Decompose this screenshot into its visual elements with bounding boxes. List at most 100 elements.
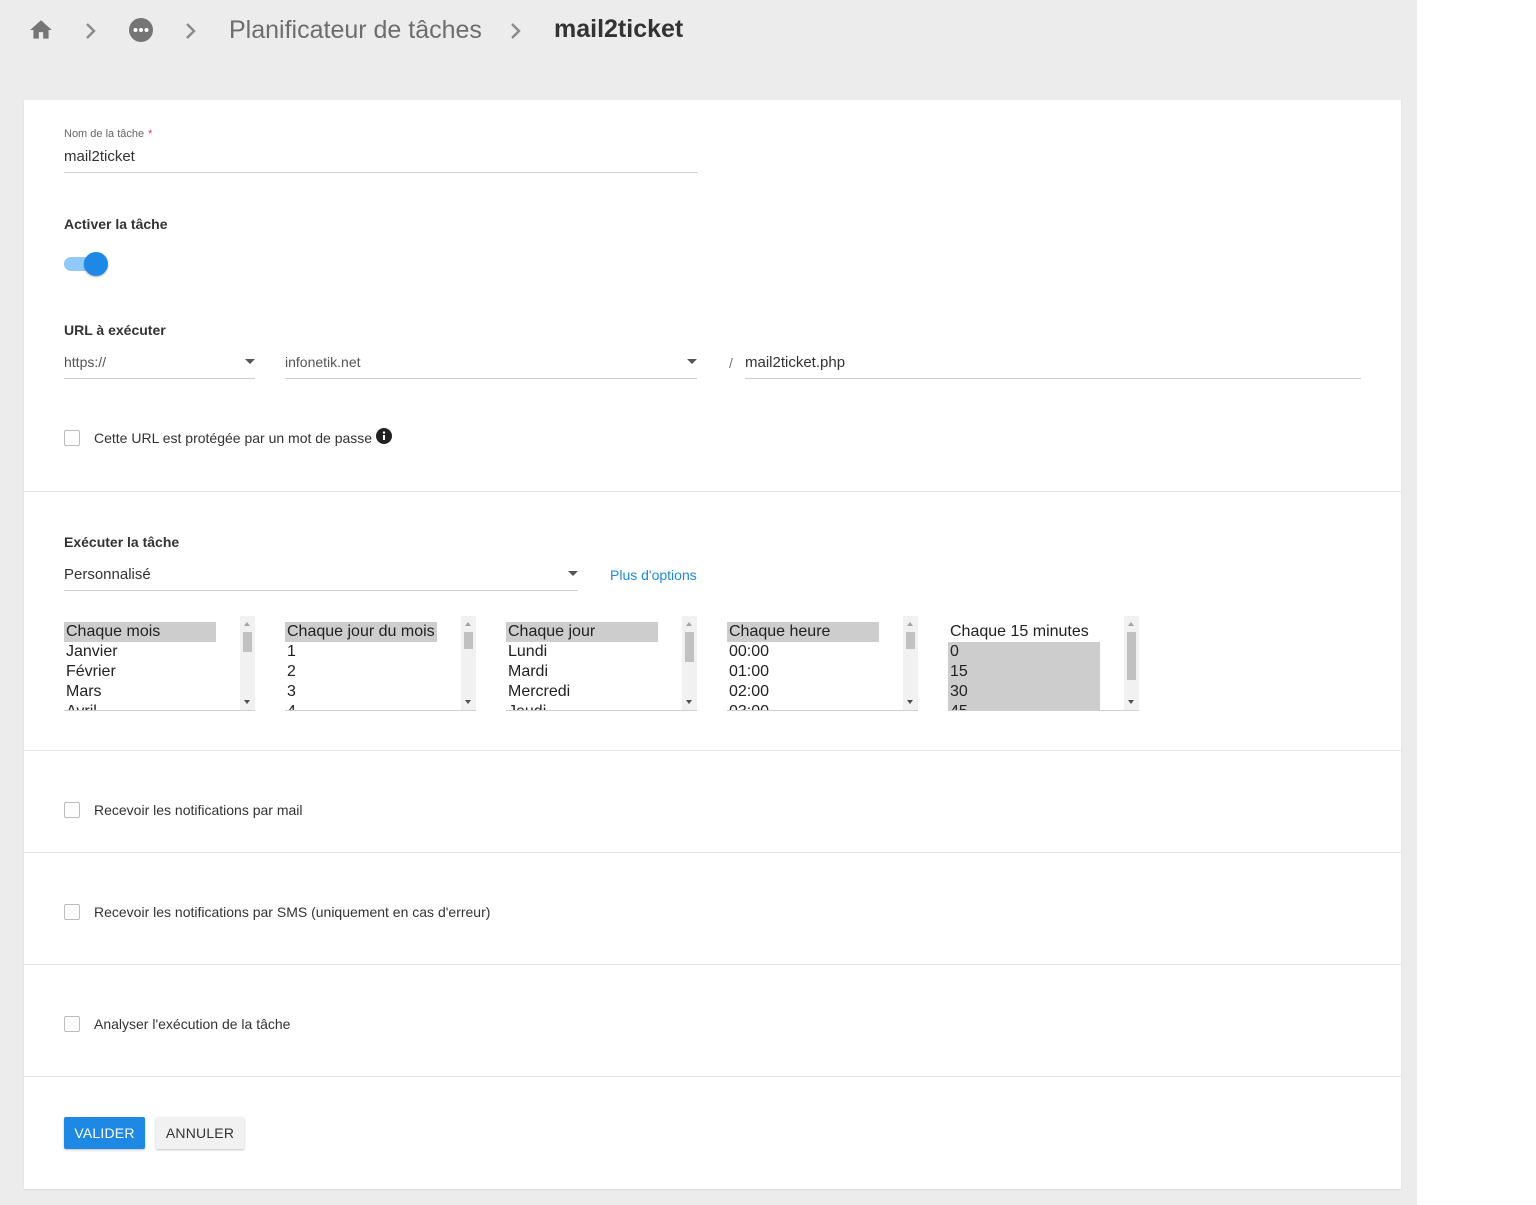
scrollbar-thumb[interactable] xyxy=(1127,632,1136,680)
frequency-select[interactable]: Personnalisé xyxy=(64,560,578,591)
listbox-option[interactable]: 15 xyxy=(948,662,1100,682)
chevron-right-icon xyxy=(184,18,198,44)
listbox-option[interactable]: 45 xyxy=(948,702,1100,710)
section-divider xyxy=(24,852,1401,853)
scrollbar[interactable] xyxy=(1124,616,1139,710)
breadcrumb-parent-link[interactable]: Planificateur de tâches xyxy=(229,16,482,45)
password-protected-checkbox[interactable] xyxy=(64,430,80,446)
listbox-option[interactable]: Mercredi xyxy=(506,682,658,702)
scrollbar-thumb[interactable] xyxy=(243,632,252,652)
listbox-option[interactable]: 1 xyxy=(285,642,437,662)
scrollbar-thumb[interactable] xyxy=(685,632,694,662)
listbox-option[interactable]: 02:00 xyxy=(727,682,879,702)
task-name-underline xyxy=(64,172,698,173)
scrollbar-thumb[interactable] xyxy=(906,632,915,649)
scroll-up-arrow-icon[interactable] xyxy=(686,622,692,626)
listbox-option[interactable]: Avril xyxy=(64,702,216,710)
section-divider xyxy=(24,750,1401,751)
listbox-option[interactable]: Lundi xyxy=(506,642,658,662)
listbox-option[interactable]: 03:00 xyxy=(727,702,879,710)
minutes-listbox[interactable]: Chaque 15 minutes0153045 xyxy=(948,616,1139,711)
scroll-down-arrow-icon[interactable] xyxy=(244,700,250,704)
weekdays-options: Chaque jourLundiMardiMercrediJeudi xyxy=(506,622,658,710)
section-divider xyxy=(24,491,1401,492)
weekdays-listbox[interactable]: Chaque jourLundiMardiMercrediJeudi xyxy=(506,616,697,711)
password-protected-label: Cette URL est protégée par un mot de pas… xyxy=(94,430,373,446)
listbox-option[interactable]: Chaque jour du mois xyxy=(285,622,437,642)
listbox-option[interactable]: Jeudi xyxy=(506,702,658,710)
password-protected-checkbox-row[interactable]: Cette URL est protégée par un mot de pas… xyxy=(64,428,393,446)
hours-options: Chaque heure00:0001:0002:0003:00 xyxy=(727,622,879,710)
listbox-option[interactable]: Chaque jour xyxy=(506,622,658,642)
notify-mail-checkbox-row[interactable]: Recevoir les notifications par mail xyxy=(64,802,303,818)
scrollbar[interactable] xyxy=(682,616,697,710)
execute-label: Exécuter la tâche xyxy=(64,534,180,550)
notify-mail-checkbox[interactable] xyxy=(64,802,80,818)
notify-sms-checkbox-row[interactable]: Recevoir les notifications par SMS (uniq… xyxy=(64,904,490,920)
chevron-right-icon xyxy=(509,18,523,44)
cancel-button[interactable]: ANNULER xyxy=(156,1117,244,1149)
required-mark: * xyxy=(148,128,153,140)
notify-sms-checkbox[interactable] xyxy=(64,904,80,920)
scrollbar[interactable] xyxy=(240,616,255,710)
url-path-input[interactable]: mail2ticket.php xyxy=(745,354,845,371)
protocol-value: https:// xyxy=(64,354,107,370)
notify-mail-label: Recevoir les notifications par mail xyxy=(94,802,303,818)
home-icon[interactable] xyxy=(28,17,54,43)
listbox-option[interactable]: Février xyxy=(64,662,216,682)
scrollbar[interactable] xyxy=(461,616,476,710)
scroll-down-arrow-icon[interactable] xyxy=(907,700,913,704)
breadcrumb: Planificateur de tâches mail2ticket xyxy=(0,0,1417,62)
hours-listbox[interactable]: Chaque heure00:0001:0002:0003:00 xyxy=(727,616,918,711)
toggle-thumb xyxy=(84,252,108,276)
task-name-label: Nom de la tâche * xyxy=(64,128,152,140)
scrollbar[interactable] xyxy=(903,616,918,710)
analyze-label: Analyser l'exécution de la tâche xyxy=(94,1016,291,1032)
listbox-option[interactable]: Chaque 15 minutes xyxy=(948,622,1100,642)
listbox-option[interactable]: 4 xyxy=(285,702,437,710)
scroll-down-arrow-icon[interactable] xyxy=(1128,700,1134,704)
listbox-option[interactable]: Janvier xyxy=(64,642,216,662)
info-icon[interactable] xyxy=(376,428,393,444)
scroll-up-arrow-icon[interactable] xyxy=(1128,622,1134,626)
listbox-option[interactable]: 0 xyxy=(948,642,1100,662)
months-listbox[interactable]: Chaque moisJanvierFévrierMarsAvril xyxy=(64,616,255,711)
caret-down-icon xyxy=(245,359,255,364)
section-divider xyxy=(24,964,1401,965)
url-separator: / xyxy=(729,355,733,371)
listbox-option[interactable]: Mardi xyxy=(506,662,658,682)
days-of-month-listbox[interactable]: Chaque jour du mois1234 xyxy=(285,616,476,711)
scroll-up-arrow-icon[interactable] xyxy=(907,622,913,626)
scroll-up-arrow-icon[interactable] xyxy=(465,622,471,626)
url-path-underline xyxy=(745,378,1361,379)
listbox-option[interactable]: 30 xyxy=(948,682,1100,702)
frequency-value: Personnalisé xyxy=(64,566,151,583)
section-divider xyxy=(24,1076,1401,1077)
submit-button[interactable]: VALIDER xyxy=(64,1117,145,1149)
analyze-checkbox[interactable] xyxy=(64,1016,80,1032)
listbox-option[interactable]: Mars xyxy=(64,682,216,702)
domain-underline xyxy=(285,378,697,379)
minutes-options: Chaque 15 minutes0153045 xyxy=(948,622,1100,710)
url-label: URL à exécuter xyxy=(64,322,166,338)
scroll-up-arrow-icon[interactable] xyxy=(244,622,250,626)
activate-toggle[interactable] xyxy=(64,252,108,276)
domain-select[interactable]: infonetik.net xyxy=(285,348,697,379)
listbox-option[interactable]: 00:00 xyxy=(727,642,879,662)
protocol-select[interactable]: https:// xyxy=(64,348,255,379)
analyze-checkbox-row[interactable]: Analyser l'exécution de la tâche xyxy=(64,1016,290,1032)
scroll-down-arrow-icon[interactable] xyxy=(465,700,471,704)
caret-down-icon xyxy=(687,359,697,364)
listbox-option[interactable]: Chaque mois xyxy=(64,622,216,642)
more-horizontal-icon[interactable] xyxy=(128,17,154,43)
listbox-option[interactable]: Chaque heure xyxy=(727,622,879,642)
task-name-input[interactable]: mail2ticket xyxy=(64,148,135,165)
scrollbar-thumb[interactable] xyxy=(464,632,473,649)
more-options-link[interactable]: Plus d'options xyxy=(610,567,697,583)
listbox-option[interactable]: 3 xyxy=(285,682,437,702)
listbox-option[interactable]: 01:00 xyxy=(727,662,879,682)
task-name-label-text: Nom de la tâche xyxy=(64,128,145,140)
listbox-option[interactable]: 2 xyxy=(285,662,437,682)
domain-value: infonetik.net xyxy=(285,354,361,370)
scroll-down-arrow-icon[interactable] xyxy=(686,700,692,704)
